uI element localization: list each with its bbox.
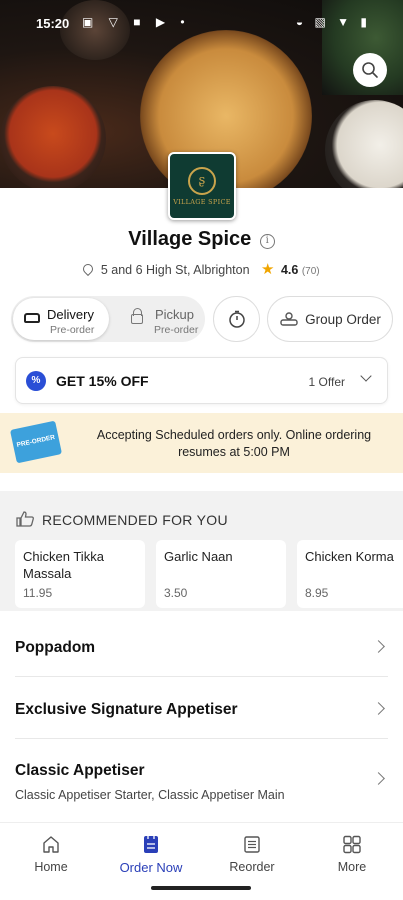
menu-category-title: Poppadom	[15, 639, 96, 656]
rating-count: (70)	[301, 266, 320, 277]
recommended-item-price: 11.95	[23, 586, 53, 600]
recommended-item-price: 8.95	[305, 586, 329, 600]
recommended-item[interactable]: Garlic Naan 3.50	[156, 540, 286, 608]
discount-icon: %	[26, 371, 46, 391]
timer-icon	[228, 310, 245, 328]
group-order-label: Group Order	[305, 311, 381, 327]
car-icon	[24, 313, 40, 323]
nav-home[interactable]: Home	[1, 823, 101, 879]
menu-category-row[interactable]: Exclusive Signature Appetiser	[15, 677, 388, 739]
location-pin-icon	[81, 261, 96, 277]
logo-text: VILLAGE SPICE	[173, 197, 231, 206]
delivery-option[interactable]: Delivery Pre-order	[13, 298, 109, 340]
nav-reorder-label: Reorder	[229, 860, 275, 874]
home-icon	[43, 836, 59, 853]
menu-category-row[interactable]: Classic Appetiser Classic Appetiser Star…	[15, 739, 388, 817]
hero-curry-dish	[0, 86, 106, 188]
chevron-down-icon	[360, 370, 372, 382]
recommended-item[interactable]: Chicken Korma 8.95	[297, 540, 403, 608]
offer-count: 1 Offer	[308, 375, 345, 389]
hero-rice-dish	[325, 100, 403, 188]
nav-order-now-label: Order Now	[119, 860, 183, 875]
restaurant-address: 5 and 6 High St, Albrighton	[100, 263, 250, 277]
recommended-item-price: 3.50	[164, 586, 188, 600]
logo-emblem-icon: ʂ	[188, 166, 216, 195]
recommended-item-name: Chicken Korma	[305, 549, 394, 564]
delivery-sublabel: Pre-order	[50, 324, 95, 336]
status-bar: 15:20 ▣ ▽ ■ ▶ • ◒ ▧ ▼ ▮	[0, 0, 403, 48]
schedule-button[interactable]	[213, 296, 260, 342]
info-icon[interactable]: i	[259, 234, 275, 249]
chevron-right-icon	[372, 772, 385, 785]
nav-reorder[interactable]: Reorder	[202, 823, 302, 879]
star-icon: ★	[261, 261, 275, 278]
chevron-right-icon	[372, 702, 385, 715]
delivery-label: Delivery	[47, 307, 94, 322]
restaurant-header: Village Spice i	[0, 228, 403, 251]
order-icon	[144, 836, 158, 853]
status-time: 15:20	[36, 16, 70, 31]
nav-more[interactable]: More	[302, 823, 402, 879]
nav-more-label: More	[337, 860, 367, 874]
offer-card[interactable]: % GET 15% OFF 1 Offer	[15, 357, 388, 404]
pickup-sublabel: Pre-order	[154, 324, 199, 336]
restaurant-logo: ʂ VILLAGE SPICE	[168, 152, 236, 220]
rating-value: 4.6	[280, 263, 299, 277]
menu-category-row[interactable]: Poppadom	[15, 615, 388, 677]
thumbs-up-icon	[16, 511, 34, 527]
menu-category-title: Classic Appetiser	[15, 762, 145, 779]
search-icon	[362, 62, 378, 78]
order-mode-toggle: Delivery Pre-order Pickup Pre-order	[11, 296, 205, 342]
bottom-navigation: Home Order Now Reorder More	[0, 822, 403, 878]
recommended-item-name: Chicken Tikka Massala	[23, 549, 104, 581]
recommended-item-name: Garlic Naan	[164, 549, 233, 564]
nav-order-now[interactable]: Order Now	[101, 823, 201, 879]
menu-category-subtitle: Classic Appetiser Starter, Classic Appet…	[15, 788, 285, 802]
grid-icon	[343, 835, 361, 854]
offer-title: GET 15% OFF	[56, 373, 149, 389]
receipt-icon	[244, 836, 260, 853]
pickup-label: Pickup	[155, 307, 195, 322]
recommended-title: RECOMMENDED FOR YOU	[42, 512, 228, 528]
recommended-item[interactable]: Chicken Tikka Massala 11.95	[15, 540, 145, 608]
menu-category-title: Exclusive Signature Appetiser	[15, 701, 238, 718]
notification-icons: ▣ ▽ ■ ▶ •	[82, 15, 191, 29]
system-icons: ◒ ▧ ▼ ▮	[295, 15, 371, 29]
search-button[interactable]	[353, 53, 387, 87]
pickup-bag-icon	[131, 308, 143, 324]
restaurant-meta: 5 and 6 High St, Albrighton ★ 4.6 (70)	[0, 260, 403, 278]
group-icon	[280, 312, 298, 326]
home-indicator[interactable]	[151, 886, 251, 890]
notice-text: Accepting Scheduled orders only. Online …	[96, 428, 372, 459]
restaurant-name: Village Spice	[128, 228, 252, 250]
nav-home-label: Home	[34, 860, 68, 874]
chevron-right-icon	[372, 640, 385, 653]
pickup-option[interactable]: Pickup Pre-order	[115, 298, 203, 340]
group-order-button[interactable]: Group Order	[267, 296, 393, 342]
